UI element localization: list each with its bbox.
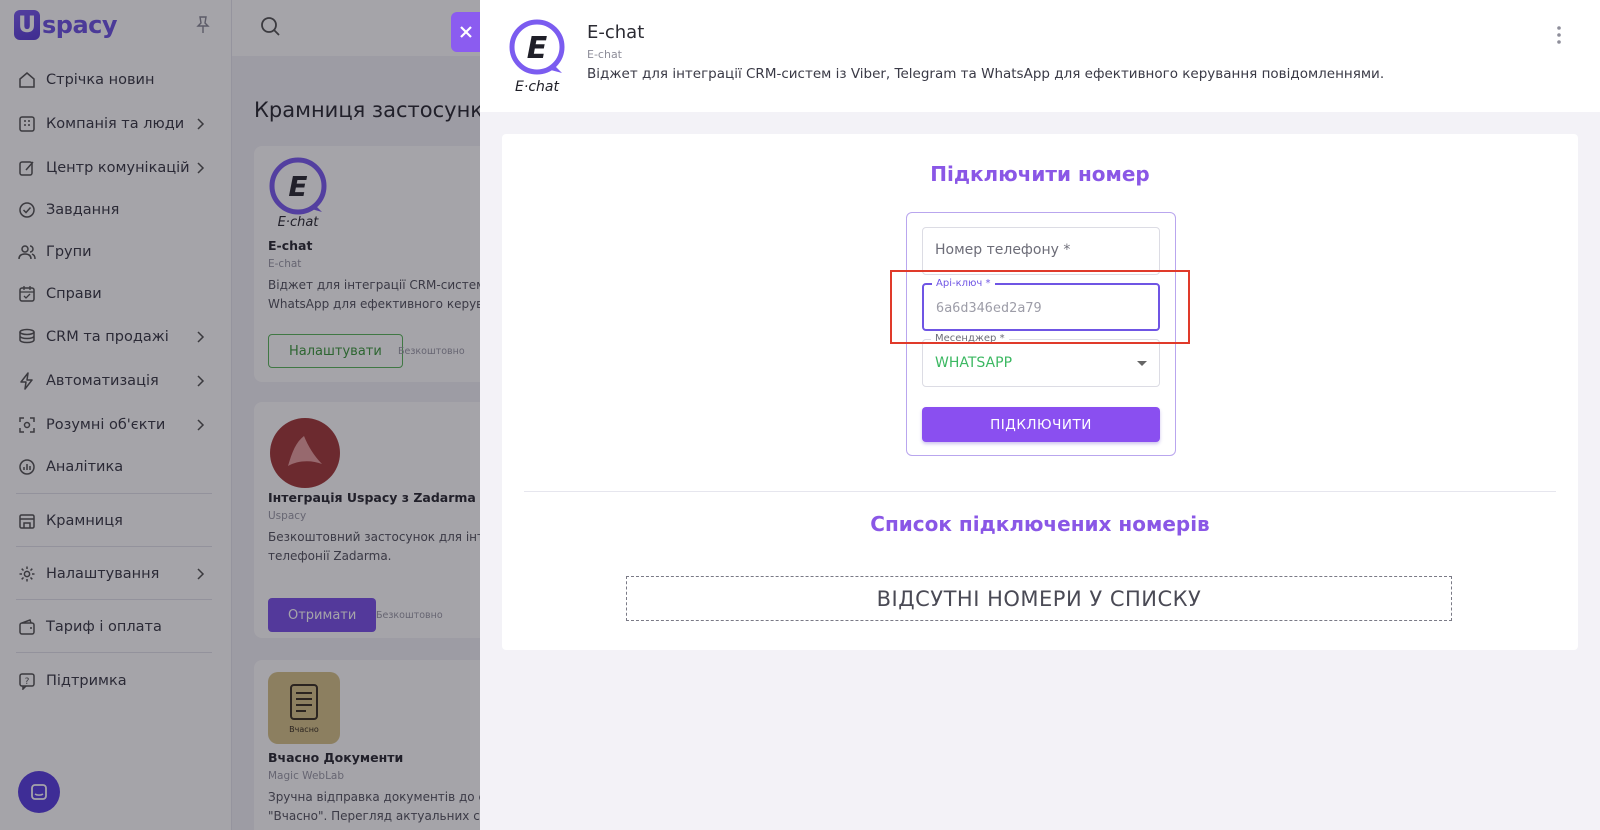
messenger-value: WHATSAPP	[935, 355, 1013, 371]
more-options-icon[interactable]	[1551, 24, 1567, 46]
connected-numbers-title: Список підключених номерів	[870, 512, 1210, 536]
drawer-header: E E·chat E-chat E-chat Віджет для інтегр…	[480, 0, 1600, 112]
settings-panel: Підключити номер Номер телефону * Api-кл…	[502, 134, 1578, 650]
annotation-highlight-box	[890, 270, 1190, 344]
app-drawer: E E·chat E-chat E-chat Віджет для інтегр…	[480, 0, 1600, 830]
messenger-select[interactable]: Месенджер * WHATSAPP	[922, 333, 1160, 387]
section-divider	[524, 491, 1556, 492]
connect-number-title: Підключити номер	[930, 162, 1150, 186]
echat-logo: E E·chat	[509, 19, 565, 94]
close-icon	[460, 26, 472, 38]
connect-button[interactable]: ПІДКЛЮЧИТИ	[922, 407, 1160, 442]
svg-text:E: E	[527, 31, 548, 66]
app-title: E-chat	[587, 22, 645, 43]
close-drawer-button[interactable]	[451, 12, 481, 52]
app-description: Віджет для інтеграції CRM-систем із Vibe…	[587, 66, 1385, 82]
app-vendor: E-chat	[587, 48, 622, 61]
phone-field[interactable]: Номер телефону *	[922, 227, 1160, 275]
phone-placeholder: Номер телефону *	[935, 242, 1071, 258]
svg-text:E·chat: E·chat	[515, 79, 559, 94]
dropdown-arrow-icon	[1137, 361, 1147, 366]
empty-list-message: ВІДСУТНІ НОМЕРИ У СПИСКУ	[626, 576, 1452, 621]
